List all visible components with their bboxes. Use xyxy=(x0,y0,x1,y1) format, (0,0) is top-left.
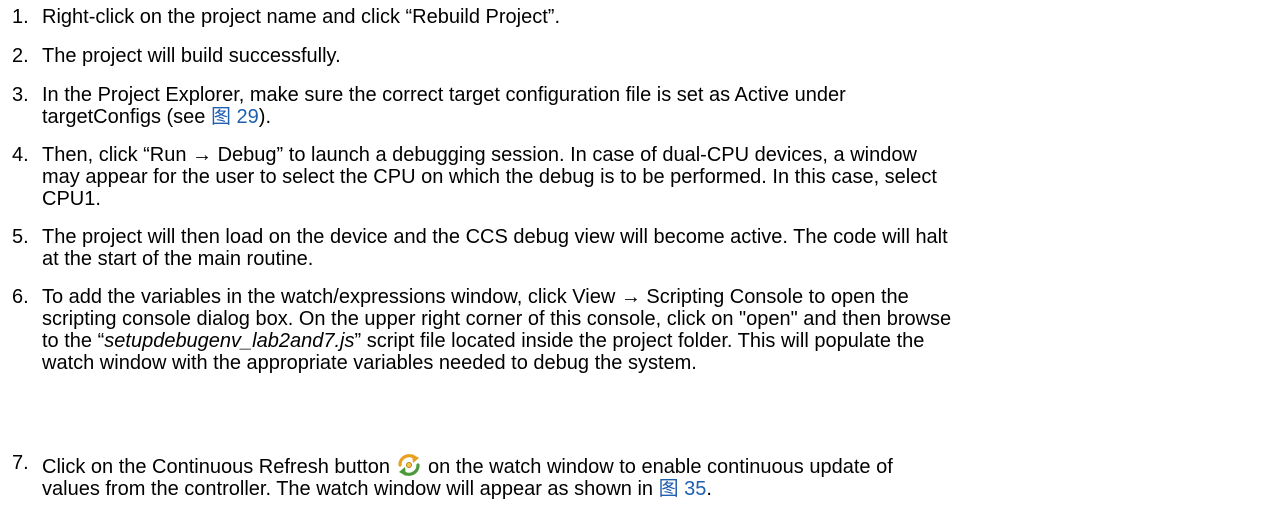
step-number: 6. xyxy=(12,286,29,308)
step-text: To add the variables in the watch/expres… xyxy=(42,286,1272,374)
step-number: 5. xyxy=(12,226,29,248)
continuous-refresh-icon xyxy=(396,452,422,478)
step-text: In the Project Explorer, make sure the c… xyxy=(42,84,1272,128)
step-line: targetConfigs (see 图 29). xyxy=(42,106,1272,128)
step-line: CPU1. xyxy=(42,188,101,210)
step-text: Right-click on the project name and clic… xyxy=(42,6,1272,28)
step-line: In the Project Explorer, make sure the c… xyxy=(42,84,846,106)
step-line: Click on the Continuous Refresh button o… xyxy=(42,452,1272,478)
step-line: Right-click on the project name and clic… xyxy=(42,6,560,28)
step-text: Click on the Continuous Refresh button o… xyxy=(42,452,1272,500)
step-number: 3. xyxy=(12,84,29,106)
figure-29-link[interactable]: 图 29 xyxy=(211,106,259,128)
step-text: Then, click “Run → Debug” to launch a de… xyxy=(42,144,1272,210)
script-filename: setupdebugenv_lab2and7.js xyxy=(104,330,355,352)
step-number: 7. xyxy=(12,452,29,474)
step-number: 4. xyxy=(12,144,29,166)
step-line: at the start of the main routine. xyxy=(42,248,314,270)
text-span: ” script file located inside the project… xyxy=(354,330,925,352)
text-span: to the “ xyxy=(42,330,105,352)
step-line: Then, click “Run → Debug” to launch a de… xyxy=(42,144,917,166)
step-number: 2. xyxy=(12,45,29,67)
step-number: 1. xyxy=(12,6,29,28)
text-span: targetConfigs (see xyxy=(42,106,211,128)
text-span: on the watch window to enable continuous… xyxy=(427,456,893,478)
step-line: To add the variables in the watch/expres… xyxy=(42,286,909,308)
step-line: may appear for the user to select the CP… xyxy=(42,166,937,188)
text-span: ). xyxy=(258,106,272,128)
figure-35-link[interactable]: 图 35 xyxy=(659,478,707,500)
step-text: The project will build successfully. xyxy=(42,45,1272,67)
step-line: to the “setupdebugenv_lab2and7.js” scrip… xyxy=(42,330,1272,352)
step-line: The project will then load on the device… xyxy=(42,226,948,248)
step-line: scripting console dialog box. On the upp… xyxy=(42,308,952,330)
document-page: 1. Right-click on the project name and c… xyxy=(0,0,1284,520)
text-span: . xyxy=(706,478,712,500)
step-text: The project will then load on the device… xyxy=(42,226,1272,270)
step-line: watch window with the appropriate variab… xyxy=(42,352,697,374)
step-line: values from the controller. The watch wi… xyxy=(42,478,1272,500)
text-span: Click on the Continuous Refresh button xyxy=(42,456,390,478)
text-span: values from the controller. The watch wi… xyxy=(42,478,659,500)
step-line: The project will build successfully. xyxy=(42,45,341,67)
